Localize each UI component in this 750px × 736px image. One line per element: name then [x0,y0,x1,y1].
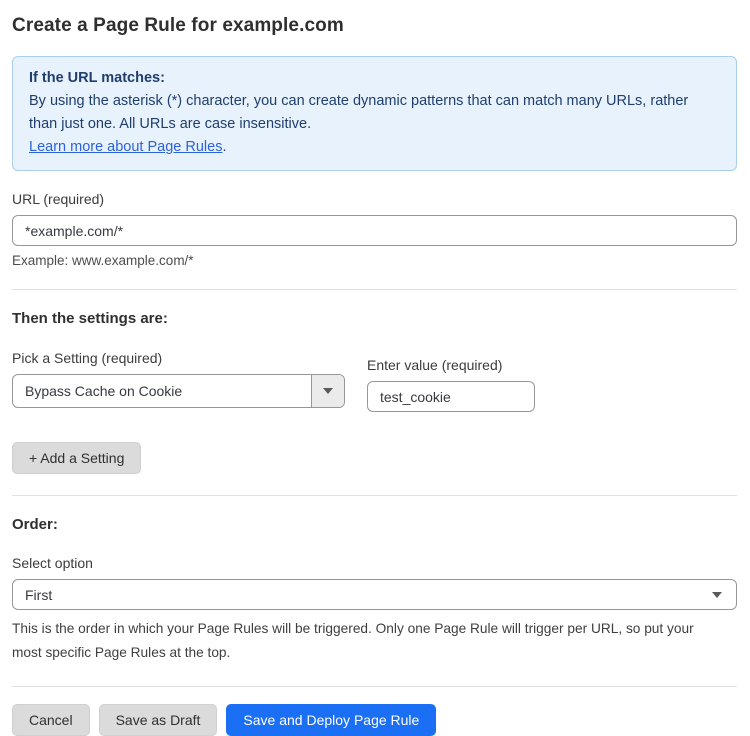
info-box-link-line: Learn more about Page Rules. [29,136,720,159]
chevron-down-icon [712,592,722,598]
setting-select-arrow-button[interactable] [311,375,344,407]
footer-buttons: Cancel Save as Draft Save and Deploy Pag… [12,704,737,736]
settings-section-heading: Then the settings are: [12,310,737,327]
create-page-rule-form: Create a Page Rule for example.com If th… [0,0,750,736]
order-select-label: Select option [12,555,737,571]
enter-value-label: Enter value (required) [367,357,535,373]
settings-row: Pick a Setting (required) Bypass Cache o… [12,350,737,412]
info-box-heading: If the URL matches: [29,67,720,90]
chevron-down-icon [323,388,333,394]
url-matches-info-box: If the URL matches: By using the asteris… [12,56,737,171]
order-select[interactable]: First [12,579,737,610]
page-title: Create a Page Rule for example.com [12,15,737,37]
setting-select[interactable]: Bypass Cache on Cookie [12,374,345,408]
learn-more-link[interactable]: Learn more about Page Rules [29,139,222,155]
divider [12,686,737,687]
add-setting-button[interactable]: + Add a Setting [12,442,141,474]
setting-value-input[interactable] [367,381,535,412]
divider [12,495,737,496]
pick-setting-column: Pick a Setting (required) Bypass Cache o… [12,350,345,408]
order-description: This is the order in which your Page Rul… [12,617,727,665]
save-and-deploy-button[interactable]: Save and Deploy Page Rule [226,704,436,736]
link-suffix: . [222,139,226,155]
url-input[interactable] [12,215,737,246]
order-section-heading: Order: [12,516,737,533]
url-label: URL (required) [12,191,737,207]
divider [12,289,737,290]
setting-select-value: Bypass Cache on Cookie [13,383,311,399]
url-example-hint: Example: www.example.com/* [12,253,737,268]
pick-setting-label: Pick a Setting (required) [12,350,345,366]
enter-value-column: Enter value (required) [367,357,535,412]
info-box-body: By using the asterisk (*) character, you… [29,90,720,136]
cancel-button[interactable]: Cancel [12,704,90,736]
order-select-value: First [13,587,712,603]
save-as-draft-button[interactable]: Save as Draft [99,704,218,736]
